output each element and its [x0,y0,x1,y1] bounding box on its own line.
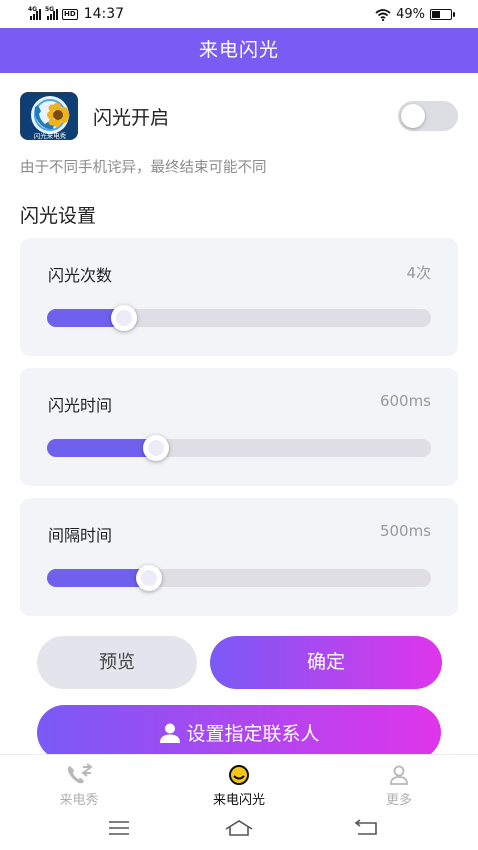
menu-button[interactable] [104,818,134,838]
tab-label: 来电闪光 [212,793,265,808]
flash-enable-row: 闪光来电秀 闪光开启 [20,92,458,140]
back-icon [354,819,377,835]
toggle-knob [401,104,425,128]
setting-value: 4次 [406,264,431,282]
setting-label: 闪光时间 [48,396,113,415]
slider-thumb[interactable] [135,565,162,591]
set-contact-button[interactable]: 设置指定联系人 [37,705,441,760]
section-title: 闪光设置 [20,205,97,227]
clock: 14:37 [83,6,125,22]
phone-icon [67,763,93,784]
setting-value: 600ms [379,392,431,410]
status-right: 49% [375,7,455,22]
back-button[interactable] [350,818,380,838]
flash-duration-slider[interactable] [47,435,431,461]
tab-caller-flash[interactable]: 来电闪光 [194,763,284,808]
menu-icon [109,821,129,835]
tab-label: 来电秀 [59,793,99,808]
svg-text:闪光来电秀: 闪光来电秀 [34,131,67,140]
flash-enable-label: 闪光开启 [93,107,170,129]
interval-slider[interactable] [47,565,431,591]
network-type-label: 4G [28,6,38,13]
set-contact-label: 设置指定联系人 [186,723,320,745]
preview-button[interactable]: 预览 [37,636,197,689]
flash-duration-card: 闪光时间 600ms [20,368,458,486]
tab-label: 更多 [385,793,412,808]
network-type-label: 5G [45,6,55,13]
device-difference-notice: 由于不同手机诧异，最终结束可能不同 [20,160,267,176]
system-nav-bar [0,810,478,850]
flash-count-card: 闪光次数 4次 [20,238,458,356]
bottom-tab-bar: 来电秀 来电闪光 更多 [0,754,478,810]
flash-count-slider[interactable] [47,305,431,331]
wifi-icon [375,8,391,21]
setting-value: 500ms [379,522,431,540]
interval-card: 间隔时间 500ms [20,498,458,616]
signal-icon: 4G [28,6,41,20]
slider-fill [47,439,157,457]
battery-icon [430,9,455,20]
setting-label: 闪光次数 [48,266,113,285]
status-bar: 4G 5G HD 14:37 49% [0,0,478,28]
confirm-button[interactable]: 确定 [210,636,442,689]
battery-percent: 49% [396,7,425,22]
tab-caller-show[interactable]: 来电秀 [34,763,124,808]
person-icon [160,723,181,743]
app-logo-icon: 闪光来电秀 [20,92,78,140]
setting-label: 间隔时间 [48,526,113,545]
flash-toggle[interactable] [398,101,458,131]
smiley-icon [229,765,249,785]
signal-icon: 5G [45,6,58,20]
slider-thumb[interactable] [143,435,170,461]
home-button[interactable] [224,818,254,838]
tab-more[interactable]: 更多 [354,763,444,808]
person-icon [390,765,408,785]
slider-thumb[interactable] [110,305,137,331]
hd-icon: HD [62,8,78,20]
page-title: 来电闪光 [0,28,478,73]
slider-fill [47,569,149,587]
status-left: 4G 5G HD 14:37 [28,6,124,22]
home-icon [225,820,253,836]
